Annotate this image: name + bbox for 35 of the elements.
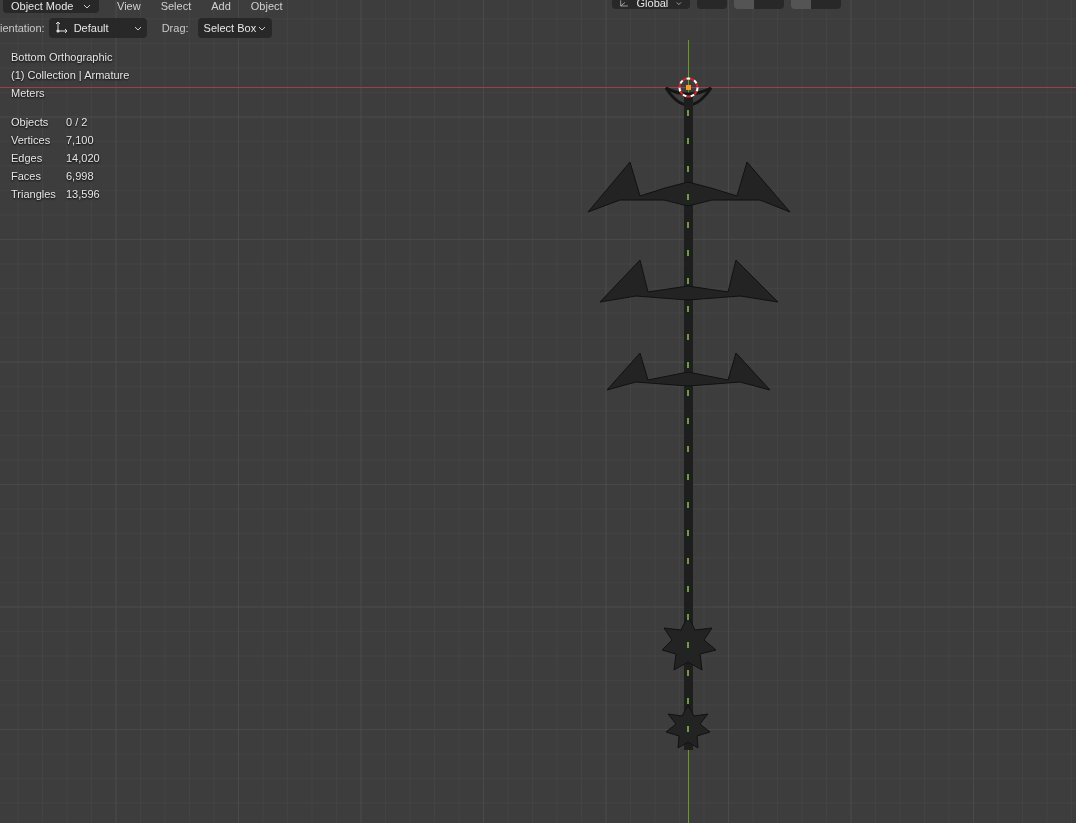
stat-value: 7,100	[66, 133, 95, 148]
axes-icon	[620, 0, 629, 8]
chevron-down-icon	[83, 4, 91, 9]
units-text: Meters	[11, 86, 46, 101]
stat-value: 14,020	[66, 151, 101, 166]
stat-value: 6,998	[66, 169, 95, 184]
chevron-down-icon	[133, 25, 142, 31]
stat-label: Vertices	[11, 133, 52, 148]
stat-value: 0 / 2	[66, 115, 89, 130]
collection-text: (1) Collection | Armature	[11, 68, 130, 83]
mode-dropdown[interactable]: Object Mode	[3, 0, 99, 13]
stat-value: 13,596	[66, 187, 101, 202]
stat-label: Edges	[11, 151, 44, 166]
falloff-dropdown[interactable]	[811, 0, 841, 9]
menu-item[interactable]: Object	[250, 1, 283, 12]
menu-item[interactable]: View	[117, 1, 141, 12]
stat-label: Faces	[11, 169, 42, 184]
orientation-dropdown[interactable]: Default	[48, 18, 147, 38]
proportional-edit-toggle[interactable]	[791, 0, 811, 9]
chevron-down-icon	[258, 25, 267, 31]
orientation-dropdown[interactable]: Global	[612, 0, 690, 9]
snap-target-dropdown[interactable]	[754, 0, 784, 9]
drag-label: Drag:	[161, 20, 189, 36]
menu-item[interactable]: Select	[160, 1, 192, 12]
gizmo-icon	[53, 21, 68, 35]
chevron-down-icon	[676, 1, 682, 6]
3d-cursor-icon	[678, 77, 699, 98]
menu-item[interactable]: Add	[211, 1, 231, 12]
orientation-label: ientation:	[0, 20, 45, 36]
snap-toggle[interactable]	[734, 0, 754, 9]
view-name-text: Bottom Orthographic	[11, 50, 114, 65]
stat-label: Objects	[11, 115, 50, 130]
pivot-dropdown[interactable]	[697, 0, 727, 9]
drag-dropdown[interactable]: Select Box	[197, 18, 273, 38]
stat-label: Triangles	[11, 187, 57, 202]
